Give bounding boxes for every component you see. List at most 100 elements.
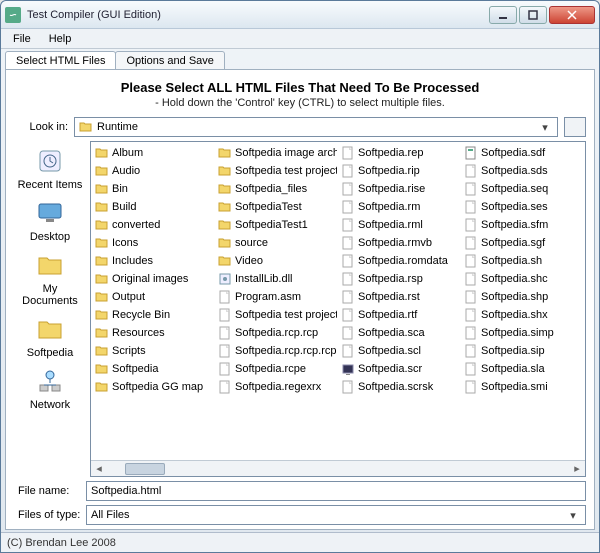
file-item[interactable]: Softpedia.shx (462, 306, 583, 324)
close-button[interactable] (549, 6, 595, 24)
file-item[interactable]: InstallLib.dll (216, 270, 337, 288)
file-icon (464, 182, 478, 196)
file-label: Softpedia.scrsk (358, 381, 433, 393)
file-item[interactable]: SoftpediaTest1 (216, 216, 337, 234)
recent-icon (34, 145, 66, 177)
file-label: Softpedia.rmvb (358, 237, 432, 249)
file-item[interactable]: Softpedia.smi (462, 378, 583, 396)
file-item[interactable]: Build (93, 198, 214, 216)
file-item[interactable]: Softpedia.regexrx (216, 378, 337, 396)
file-item[interactable]: Audio (93, 162, 214, 180)
file-item[interactable]: Softpedia.rcp.rcp.rcp (216, 342, 337, 360)
filename-input[interactable]: Softpedia.html (86, 481, 586, 501)
file-item[interactable]: source (216, 234, 337, 252)
file-item[interactable]: Softpedia test project (216, 162, 337, 180)
file-item[interactable]: Softpedia (93, 360, 214, 378)
horizontal-scrollbar[interactable]: ◂ ▸ (91, 460, 585, 476)
maximize-button[interactable] (519, 6, 547, 24)
file-item[interactable]: Softpedia.rise (339, 180, 460, 198)
place-recent[interactable]: Recent Items (16, 145, 84, 191)
file-label: Softpedia.ses (481, 201, 548, 213)
filetype-combo[interactable]: All Files ▾ (86, 505, 586, 525)
file-label: Softpedia.smi (481, 381, 548, 393)
file-item[interactable]: Softpedia.scrsk (339, 378, 460, 396)
place-softpedia[interactable]: Softpedia (16, 313, 84, 359)
file-item[interactable]: Video (216, 252, 337, 270)
file-item[interactable]: Program.asm (216, 288, 337, 306)
file-item[interactable]: Softpedia.rcpe (216, 360, 337, 378)
file-item[interactable]: Icons (93, 234, 214, 252)
minimize-button[interactable] (489, 6, 517, 24)
titlebar[interactable]: Test Compiler (GUI Edition) (1, 1, 599, 29)
file-item[interactable]: Softpedia.rsp (339, 270, 460, 288)
filename-label: File name: (14, 485, 86, 497)
file-item[interactable]: Softpedia test project.lnp (216, 306, 337, 324)
file-item[interactable]: Softpedia.romdata (339, 252, 460, 270)
file-item[interactable]: Softpedia.sca (339, 324, 460, 342)
file-item[interactable]: Softpedia.rip (339, 162, 460, 180)
file-item[interactable]: Softpedia.rmvb (339, 234, 460, 252)
chevron-down-icon: ▾ (565, 509, 581, 522)
view-mode-button[interactable] (564, 117, 586, 137)
place-desktop[interactable]: Desktop (16, 197, 84, 243)
file-item[interactable]: Output (93, 288, 214, 306)
file-item[interactable]: Bin (93, 180, 214, 198)
file-label: Bin (112, 183, 128, 195)
file-item[interactable]: Softpedia_files (216, 180, 337, 198)
file-label: Video (235, 255, 263, 267)
file-item[interactable]: Softpedia.shc (462, 270, 583, 288)
file-icon (464, 218, 478, 232)
file-grid[interactable]: AlbumSoftpedia image archiveSoftpedia.re… (91, 142, 585, 460)
file-item[interactable]: Softpedia.rtf (339, 306, 460, 324)
file-icon (464, 362, 478, 376)
file-item[interactable]: Softpedia.rml (339, 216, 460, 234)
file-label: Album (112, 147, 143, 159)
file-item[interactable]: Softpedia.scl (339, 342, 460, 360)
place-network[interactable]: Network (16, 365, 84, 411)
scrollbar-thumb[interactable] (125, 463, 165, 475)
file-item[interactable]: Softpedia GG map (93, 378, 214, 396)
lookin-combo[interactable]: Runtime ▾ (74, 117, 558, 137)
file-item[interactable]: Softpedia.sla (462, 360, 583, 378)
file-label: Softpedia.rm (358, 201, 420, 213)
file-label: Softpedia.rise (358, 183, 425, 195)
file-item[interactable]: Original images (93, 270, 214, 288)
tab-options-save[interactable]: Options and Save (115, 51, 224, 69)
file-icon (341, 326, 355, 340)
file-item[interactable]: Softpedia.seq (462, 180, 583, 198)
tab-select-html[interactable]: Select HTML Files (5, 51, 116, 69)
file-item[interactable]: Album (93, 144, 214, 162)
file-item[interactable]: Softpedia.scr (339, 360, 460, 378)
file-item[interactable]: converted (93, 216, 214, 234)
file-item[interactable]: Resources (93, 324, 214, 342)
file-item[interactable]: Softpedia.sds (462, 162, 583, 180)
menu-help[interactable]: Help (41, 31, 80, 47)
file-item[interactable]: Softpedia.rm (339, 198, 460, 216)
file-chooser-body: Recent Items Desktop My Documents Softpedia… (14, 141, 586, 477)
file-label: Softpedia (112, 363, 158, 375)
file-item[interactable]: Softpedia.sfm (462, 216, 583, 234)
place-mydocs[interactable]: My Documents (16, 249, 84, 307)
file-label: Softpedia.sdf (481, 147, 545, 159)
file-item[interactable]: Softpedia.simp (462, 324, 583, 342)
file-label: SoftpediaTest1 (235, 219, 308, 231)
place-label: Desktop (30, 231, 70, 243)
file-item[interactable]: Softpedia.rep (339, 144, 460, 162)
file-item[interactable]: Softpedia.rcp.rcp (216, 324, 337, 342)
file-icon (341, 344, 355, 358)
file-item[interactable]: Softpedia.ses (462, 198, 583, 216)
file-item[interactable]: Softpedia.shp (462, 288, 583, 306)
file-item[interactable]: Softpedia.sh (462, 252, 583, 270)
file-item[interactable]: Softpedia image archive (216, 144, 337, 162)
file-item[interactable]: SoftpediaTest (216, 198, 337, 216)
menu-file[interactable]: File (5, 31, 39, 47)
file-item[interactable]: Recycle Bin (93, 306, 214, 324)
file-item[interactable]: Softpedia.sip (462, 342, 583, 360)
file-item[interactable]: Includes (93, 252, 214, 270)
file-label: Softpedia.sfm (481, 219, 548, 231)
file-item[interactable]: Softpedia.sgf (462, 234, 583, 252)
folder-icon (95, 146, 109, 160)
file-item[interactable]: Softpedia.rst (339, 288, 460, 306)
file-item[interactable]: Scripts (93, 342, 214, 360)
file-item[interactable]: Softpedia.sdf (462, 144, 583, 162)
